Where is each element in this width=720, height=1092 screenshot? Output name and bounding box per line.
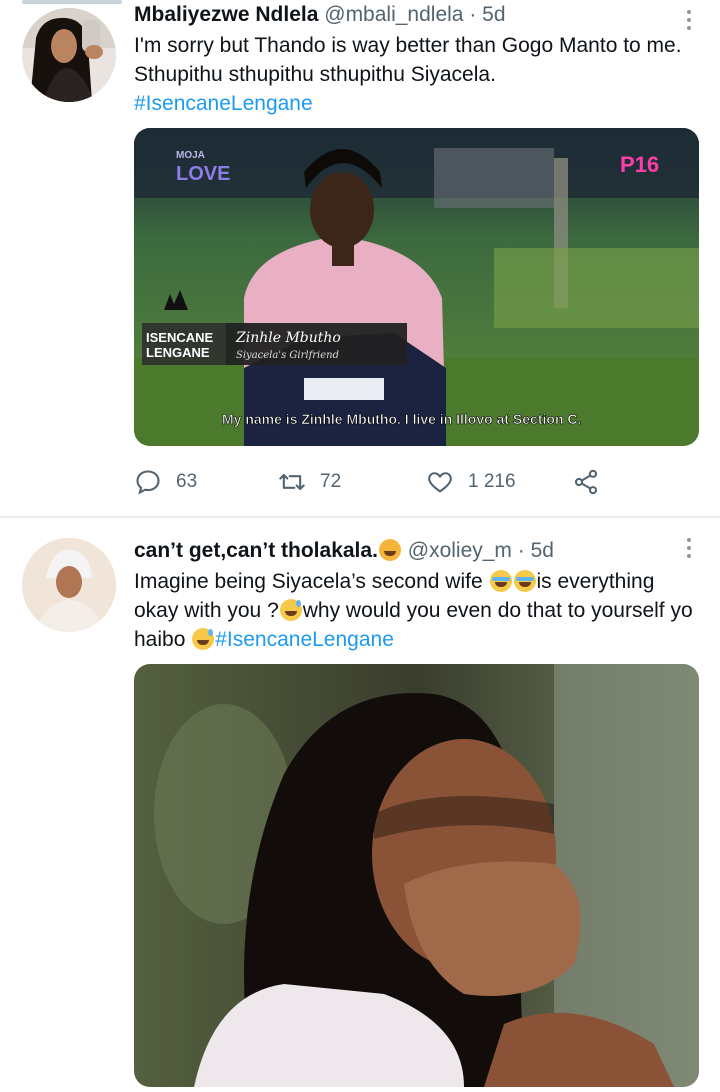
share-button[interactable] [572,466,614,498]
timestamp[interactable]: 5d [482,3,505,26]
channel-logo-bottom: LOVE [176,163,230,185]
rating-badge: P16 [620,152,659,177]
tweet[interactable]: Mbaliyezwe Ndlela @mbali_ndlela · 5d I'm… [0,0,720,517]
reply-button[interactable]: 63 [134,466,197,498]
reply-count: 63 [176,471,198,492]
like-icon [428,472,452,493]
channel-logo-top: MOJA [176,150,205,161]
tweet[interactable]: can’t get,can’t tholakala. @xoliey_m · 5… [0,517,720,1092]
reply-icon [136,470,160,495]
retweet-icon [279,473,305,491]
lower-third-name: Zinhle Mbutho [235,330,341,346]
tweet-header: can’t get,can’t tholakala. @xoliey_m · 5… [134,538,554,564]
crying-emoji [489,570,512,592]
sweat-smile-emoji [192,628,215,650]
action-bar: 63 72 1 216 [134,466,614,498]
tweet-body-part1: Imagine being Siyacela’s second wife [134,570,489,593]
display-name[interactable]: can’t get,can’t tholakala. [134,539,378,562]
avatar[interactable] [22,538,116,632]
video-subtitle: My name is Zinhle Mbutho. I live in Illo… [222,411,581,427]
hashtag-link[interactable]: #IsencaneLengane [215,628,394,651]
heart-eyes-cat-emoji [378,539,401,561]
handle[interactable]: @xoliey_m [408,539,512,562]
tweet-text: Imagine being Siyacela’s second wife is … [134,567,704,654]
retweet-button[interactable]: 72 [278,466,341,498]
hashtag-link[interactable]: #IsencaneLengane [134,92,313,115]
share-icon [574,469,598,495]
tweet-image[interactable] [134,664,699,1087]
lower-third-role: Siyacela's Girlfriend [236,350,339,361]
separator: · [517,539,525,562]
handle[interactable]: @mbali_ndlela [324,3,463,26]
like-button[interactable]: 1 216 [426,466,516,498]
timestamp[interactable]: 5d [531,539,554,562]
avatar[interactable] [22,8,116,102]
sweat-smile-emoji [279,599,302,621]
tweet-image[interactable]: MOJA LOVE P16 ISENCANE LENGANE Zinhle Mb… [134,128,699,446]
display-name[interactable]: Mbaliyezwe Ndlela [134,3,318,26]
more-icon[interactable] [686,538,692,562]
show-title-line1: ISENCANE [146,330,214,345]
show-title-line2: LENGANE [146,345,210,360]
tweet-header: Mbaliyezwe Ndlela @mbali_ndlela · 5d [134,2,506,28]
crying-emoji [513,570,536,592]
separator: · [469,3,477,26]
like-count: 1 216 [468,471,516,492]
tweet-text: I'm sorry but Thando is way better than … [134,31,704,118]
retweet-count: 72 [320,471,342,492]
tweet-body: I'm sorry but Thando is way better than … [134,34,682,86]
